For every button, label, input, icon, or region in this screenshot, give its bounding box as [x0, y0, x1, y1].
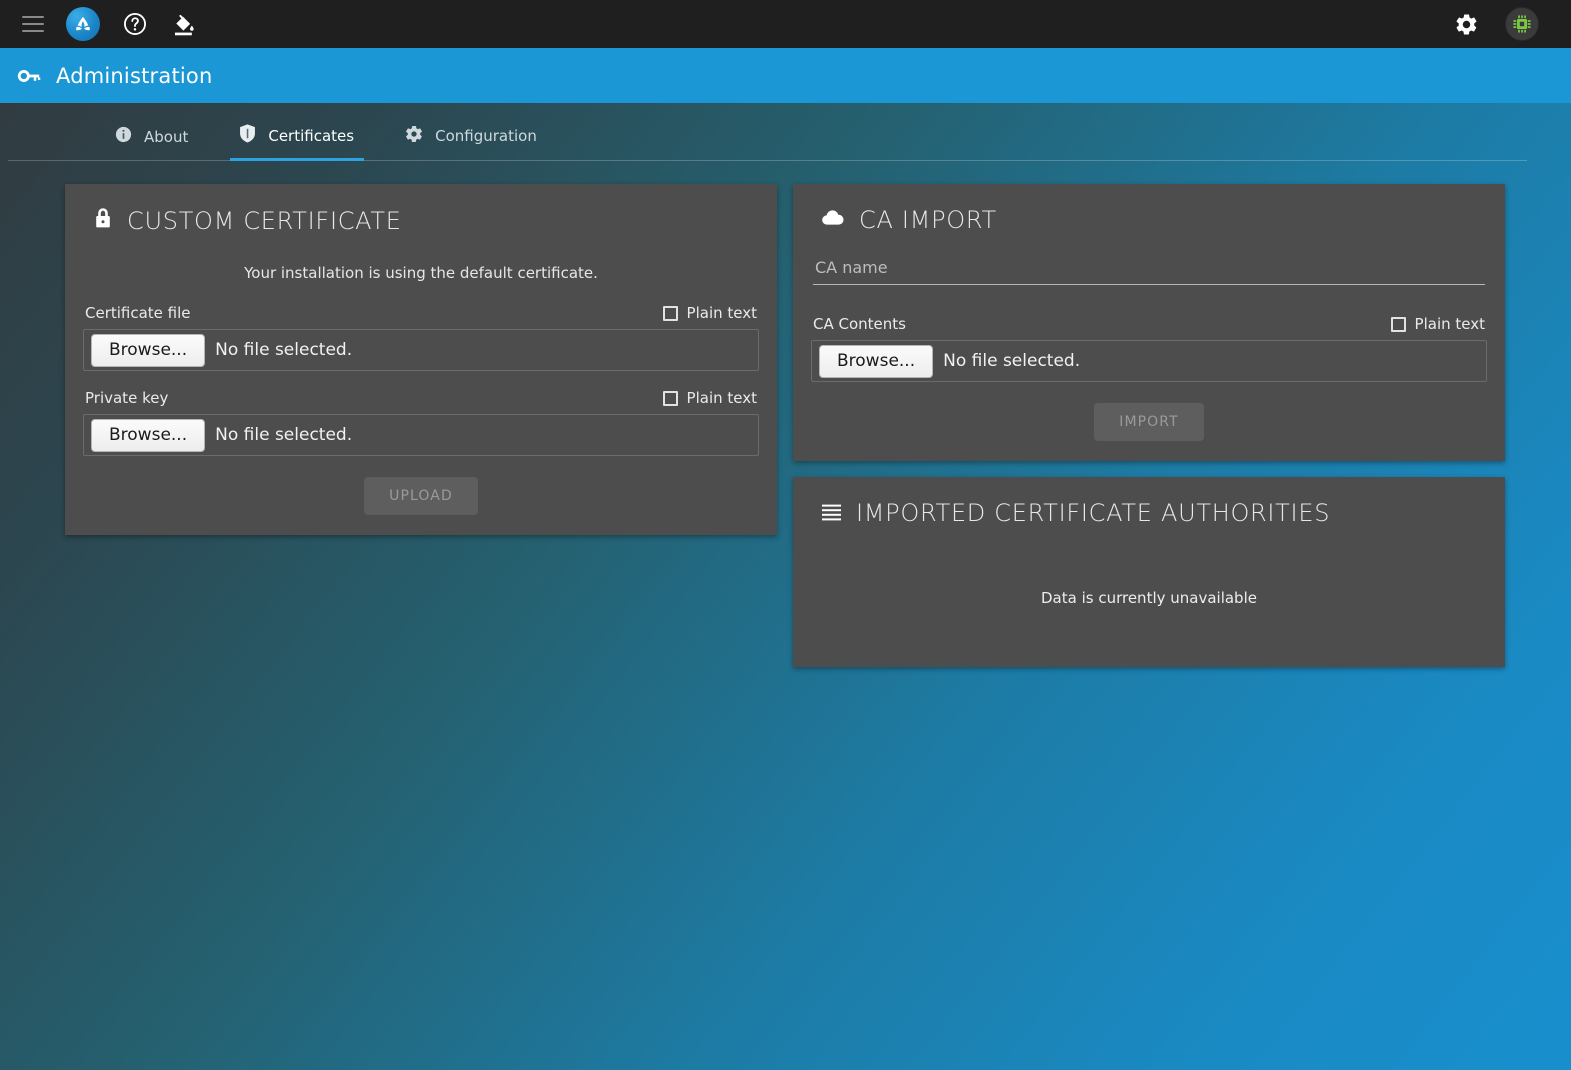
card-title-text: Custom Certificate [127, 207, 402, 235]
card-title-text: Imported Certificate Authorities [856, 499, 1331, 527]
ca-contents-label: CA Contents [813, 315, 906, 333]
shield-icon [238, 123, 257, 148]
ca-contents-plain-text-toggle[interactable]: Plain text [1390, 315, 1485, 333]
key-icon [16, 63, 42, 89]
imported-cas-empty-message: Data is currently unavailable [1041, 589, 1257, 607]
right-column: CA Import CA Contents Plain text [793, 184, 1505, 667]
hamburger-menu-icon[interactable] [22, 16, 44, 32]
ca-import-actions: IMPORT [811, 400, 1487, 441]
checkbox-label: Plain text [686, 389, 757, 407]
ca-name-field-wrap [811, 248, 1487, 285]
checkbox-box[interactable] [662, 390, 678, 406]
import-button[interactable]: IMPORT [1094, 403, 1204, 441]
custom-certificate-body: Your installation is using the default c… [81, 250, 761, 515]
gear-icon [404, 124, 424, 148]
certificate-file-plain-text-toggle[interactable]: Plain text [662, 304, 757, 322]
certificate-file-input[interactable]: Browse... No file selected. [83, 329, 759, 371]
ca-contents-file-input[interactable]: Browse... No file selected. [811, 340, 1487, 382]
private-key-row: Private key Plain text [83, 389, 759, 414]
hamburger-line [22, 30, 44, 32]
certificate-file-row: Certificate file Plain text [83, 304, 759, 329]
certificate-file-status: No file selected. [215, 340, 353, 360]
ca-import-body: CA Contents Plain text Browse... No file… [809, 248, 1489, 441]
lock-icon [93, 206, 113, 236]
card-title-text: CA Import [859, 206, 997, 234]
private-key-plain-text-toggle[interactable]: Plain text [662, 389, 757, 407]
panels-grid: Custom Certificate Your installation is … [0, 161, 1571, 667]
checkbox-label: Plain text [686, 304, 757, 322]
checkbox-box[interactable] [1390, 316, 1406, 332]
paint-bucket-icon[interactable] [170, 11, 197, 38]
hamburger-line [22, 23, 44, 25]
topbar-right-group [1454, 7, 1557, 41]
help-circle-icon[interactable] [122, 11, 148, 37]
ca-contents-file-status: No file selected. [943, 351, 1081, 371]
upload-button[interactable]: UPLOAD [364, 477, 478, 515]
custom-certificate-actions: UPLOAD [83, 474, 759, 515]
private-key-file-status: No file selected. [215, 425, 353, 445]
main-content-area: About Certificates Configuration CUSTOM … [0, 103, 1571, 1070]
list-lines-icon [821, 499, 842, 527]
page-title: Administration [56, 63, 213, 88]
cpu-chip-avatar-icon[interactable] [1505, 7, 1539, 41]
tab-label: Configuration [435, 127, 537, 145]
imported-cas-title-row: Imported Certificate Authorities [809, 495, 1489, 527]
ca-contents-row: CA Contents Plain text [811, 315, 1487, 340]
certificate-file-browse-button[interactable]: Browse... [91, 333, 206, 367]
private-key-browse-button[interactable]: Browse... [91, 418, 206, 452]
tab-label: Certificates [268, 126, 355, 145]
private-key-label: Private key [85, 389, 169, 407]
tab-bar: About Certificates Configuration [0, 103, 1571, 161]
default-certificate-notice: Your installation is using the default c… [244, 264, 598, 282]
imported-cas-card: Imported Certificate Authorities Data is… [793, 477, 1505, 667]
ca-import-card: CA Import CA Contents Plain text [793, 184, 1505, 461]
top-navigation-bar [0, 0, 1571, 48]
tab-about[interactable]: About [92, 125, 216, 161]
custom-certificate-card: Custom Certificate Your installation is … [65, 184, 777, 535]
app-logo-icon[interactable] [66, 7, 100, 41]
left-column: Custom Certificate Your installation is … [65, 184, 777, 535]
checkbox-box[interactable] [662, 305, 678, 321]
certificate-file-label: Certificate file [85, 304, 191, 322]
info-circle-icon [114, 125, 133, 148]
custom-certificate-title-row: Custom Certificate [81, 202, 761, 236]
page-header-bar: Administration [0, 48, 1571, 103]
cloud-upload-icon [821, 206, 845, 234]
private-key-file-input[interactable]: Browse... No file selected. [83, 414, 759, 456]
ca-name-input[interactable] [813, 254, 1485, 285]
hamburger-line [22, 16, 44, 18]
checkbox-label: Plain text [1414, 315, 1485, 333]
tab-configuration[interactable]: Configuration [382, 124, 565, 161]
ca-import-title-row: CA Import [809, 202, 1489, 234]
tab-label: About [144, 127, 189, 146]
gear-icon[interactable] [1454, 12, 1479, 37]
topbar-left-group [22, 7, 197, 41]
ca-contents-browse-button[interactable]: Browse... [819, 344, 934, 378]
tab-certificates[interactable]: Certificates [216, 123, 382, 161]
